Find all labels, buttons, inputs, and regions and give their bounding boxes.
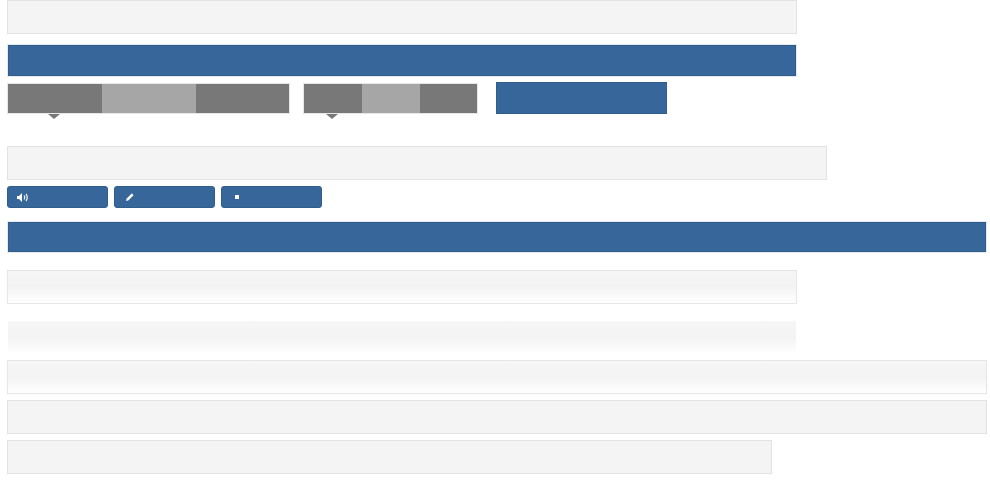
top-field[interactable]: [7, 0, 797, 34]
second-field[interactable]: [7, 146, 827, 180]
tab-group-a: [7, 83, 290, 114]
tab-b-caret-icon: [326, 114, 338, 119]
list-item[interactable]: [7, 400, 987, 434]
tab-b-3[interactable]: [420, 84, 477, 113]
list-item[interactable]: [7, 270, 797, 304]
list-item[interactable]: [7, 320, 797, 355]
header-bar: [8, 45, 796, 76]
speaker-icon: [16, 191, 30, 203]
audio-button[interactable]: [7, 186, 108, 208]
edit-button[interactable]: [114, 186, 215, 208]
tab-group-b: [303, 83, 478, 114]
square-icon: [230, 191, 244, 203]
pencil-icon: [123, 191, 137, 203]
tab-a-2[interactable]: [102, 84, 196, 113]
stop-button[interactable]: [221, 186, 322, 208]
section-bar: [8, 222, 986, 252]
tab-b-2[interactable]: [362, 84, 420, 113]
tab-a-caret-icon: [48, 114, 60, 119]
tab-b-1[interactable]: [304, 84, 362, 113]
tab-a-1[interactable]: [8, 84, 102, 113]
list-item[interactable]: [7, 440, 772, 474]
primary-button[interactable]: [496, 82, 667, 114]
list-item[interactable]: [7, 360, 987, 394]
tab-a-3[interactable]: [196, 84, 289, 113]
